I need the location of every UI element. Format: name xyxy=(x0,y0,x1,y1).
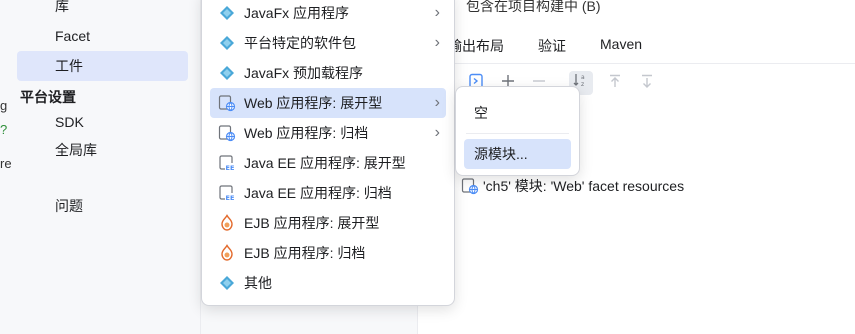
menu-item-label: Java EE 应用程序: 展开型 xyxy=(244,155,406,171)
menu-item-label: EJB 应用程序: 归档 xyxy=(244,245,366,261)
chevron-right-icon: › xyxy=(434,94,440,111)
menu-item-other[interactable]: 其他 xyxy=(210,268,446,298)
menu-item-label: Java EE 应用程序: 归档 xyxy=(244,185,392,201)
submenu-item-empty[interactable]: 空 xyxy=(464,98,571,128)
javaee-icon: EE xyxy=(218,154,236,172)
tree-row-label: 'ch5' 模块: 'Web' facet resources xyxy=(483,178,685,194)
menu-item-label: JavaFx 应用程序 xyxy=(244,5,350,21)
svg-text:EE: EE xyxy=(226,194,235,202)
sidebar-item-global-libraries[interactable]: 全局库 xyxy=(17,135,188,165)
menu-item-platform-specific-package[interactable]: 平台特定的软件包 › xyxy=(210,28,446,58)
menu-item-label: JavaFx 预加载程序 xyxy=(244,65,364,81)
diamond-icon xyxy=(218,274,236,292)
web-globe-icon xyxy=(218,124,236,142)
menu-item-label: EJB 应用程序: 展开型 xyxy=(244,215,380,231)
chevron-right-icon: › xyxy=(434,34,440,51)
menu-item-web-exploded[interactable]: Web 应用程序: 展开型 › xyxy=(210,88,446,118)
include-in-build-checkbox-label[interactable]: 包含在项目构建中 (B) xyxy=(466,0,601,16)
edge-glyph: g xyxy=(0,98,8,113)
menu-item-ejb-archive[interactable]: EJB 应用程序: 归档 xyxy=(210,238,446,268)
diamond-icon xyxy=(218,34,236,52)
diamond-icon xyxy=(218,64,236,82)
tab-divider xyxy=(418,63,855,64)
menu-item-label: 平台特定的软件包 xyxy=(244,35,356,51)
sidebar-item-facet[interactable]: Facet xyxy=(17,21,188,51)
tree-row-web-facet-resources[interactable]: 'ch5' 模块: 'Web' facet resources xyxy=(461,176,684,196)
chevron-right-icon: › xyxy=(434,4,440,21)
edge-glyph: ? xyxy=(0,122,8,137)
sidebar-item-problems[interactable]: 问题 xyxy=(17,191,188,221)
chevron-right-icon: › xyxy=(434,124,440,141)
menu-item-label: 其他 xyxy=(244,275,272,291)
menu-item-javaee-exploded[interactable]: EE Java EE 应用程序: 展开型 xyxy=(210,148,446,178)
web-resource-icon xyxy=(461,177,479,195)
add-artifact-popup-menu: JavaFx 应用程序 › 平台特定的软件包 › JavaFx 预加载程序 We… xyxy=(201,0,455,306)
menu-item-javafx-preloader[interactable]: JavaFx 预加载程序 xyxy=(210,58,446,88)
tab-output-layout[interactable]: 输出布局 xyxy=(448,36,504,56)
submenu-divider xyxy=(466,133,569,134)
settings-sidebar: g ? re 库 Facet 工件 平台设置 SDK 全局库 问题 xyxy=(0,0,200,334)
ejb-icon xyxy=(218,244,236,262)
menu-item-label: Web 应用程序: 展开型 xyxy=(244,95,383,111)
menu-item-javafx-application[interactable]: JavaFx 应用程序 › xyxy=(210,0,446,28)
menu-item-label: Web 应用程序: 归档 xyxy=(244,125,369,141)
ejb-icon xyxy=(218,214,236,232)
move-up-icon[interactable] xyxy=(603,71,627,95)
svg-text:EE: EE xyxy=(226,164,235,172)
menu-item-web-archive[interactable]: Web 应用程序: 归档 › xyxy=(210,118,446,148)
web-globe-icon xyxy=(218,94,236,112)
sidebar-item-libraries[interactable]: 库 xyxy=(17,0,188,21)
edge-glyph: re xyxy=(0,156,12,171)
submenu-item-from-module[interactable]: 源模块... xyxy=(464,139,571,169)
sidebar-item-artifacts[interactable]: 工件 xyxy=(17,51,188,81)
sidebar-item-sdk[interactable]: SDK xyxy=(17,107,188,137)
diamond-icon xyxy=(218,4,236,22)
web-exploded-submenu: 空 源模块... xyxy=(455,86,580,176)
tab-validation[interactable]: 验证 xyxy=(538,36,566,56)
menu-item-ejb-exploded[interactable]: EJB 应用程序: 展开型 xyxy=(210,208,446,238)
tab-maven[interactable]: Maven xyxy=(600,36,642,52)
svg-text:z: z xyxy=(581,81,584,88)
svg-text:a: a xyxy=(581,74,585,81)
move-down-icon[interactable] xyxy=(635,71,659,95)
menu-item-javaee-archive[interactable]: EE Java EE 应用程序: 归档 xyxy=(210,178,446,208)
platform-settings-header: 平台设置 xyxy=(20,89,76,105)
javaee-icon: EE xyxy=(218,184,236,202)
